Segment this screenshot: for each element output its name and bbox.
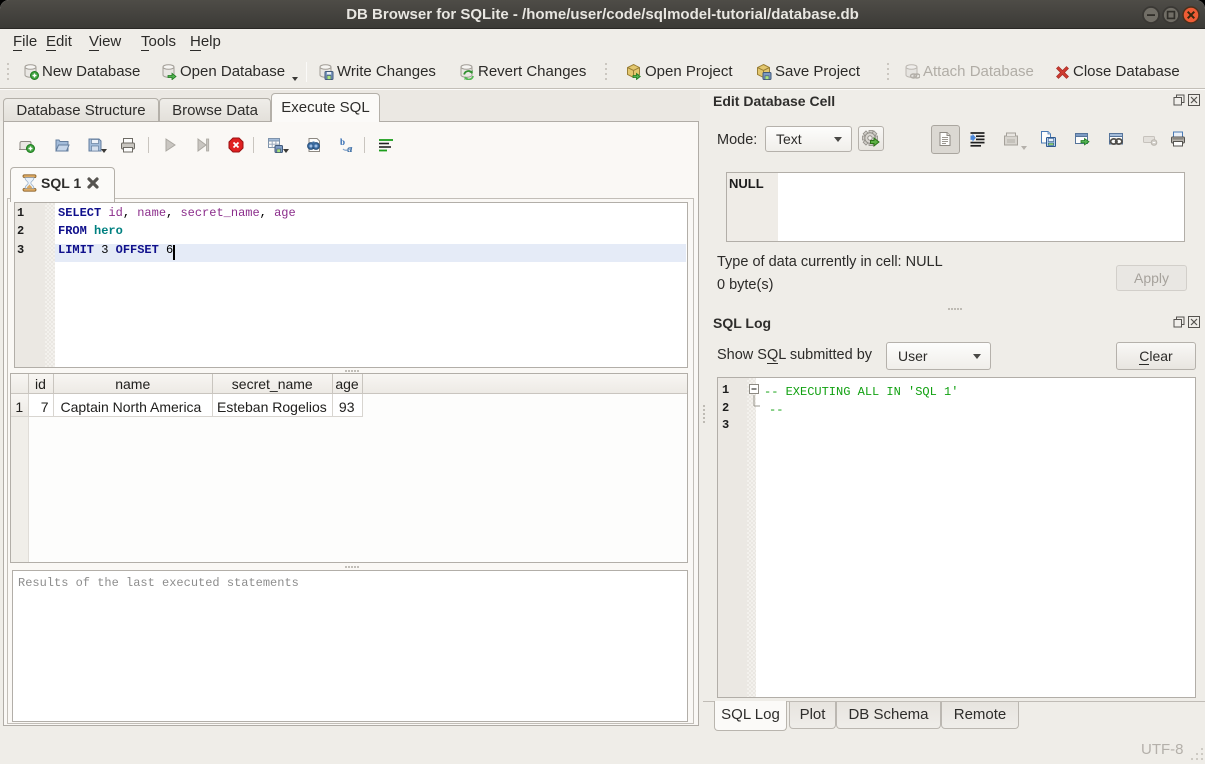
svg-text:a: a	[347, 143, 353, 153]
svg-text:b: b	[340, 137, 345, 147]
